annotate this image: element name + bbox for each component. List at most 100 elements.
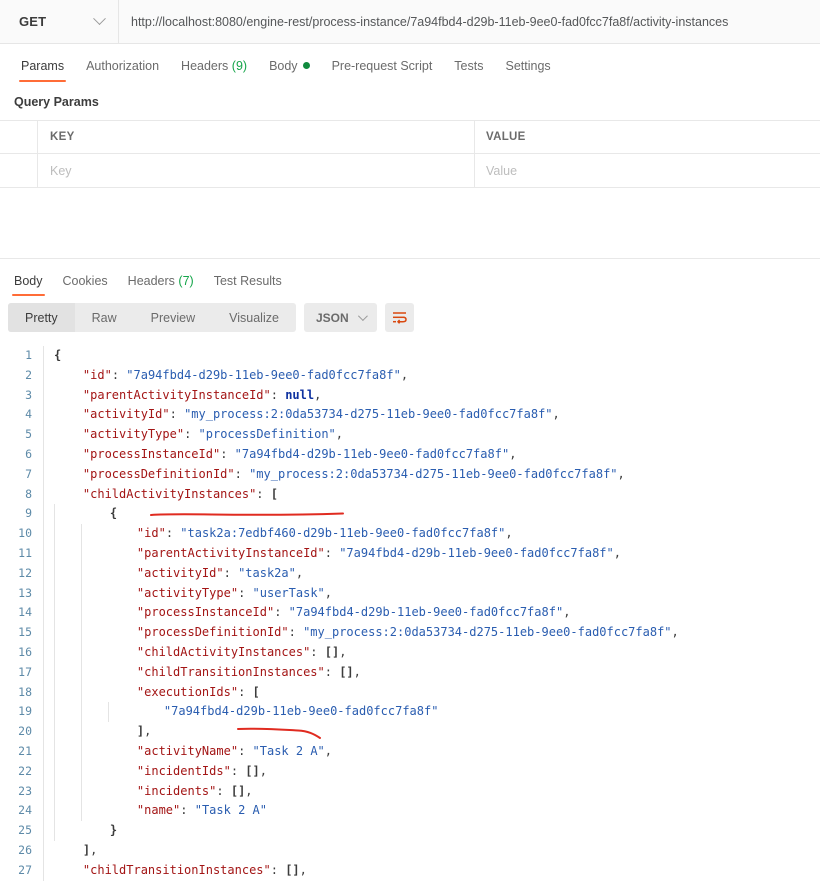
view-mode-pretty[interactable]: Pretty bbox=[8, 303, 75, 332]
token-br: [] bbox=[230, 783, 246, 798]
code-line: 22 "incidentIds": [], bbox=[0, 761, 820, 782]
code-line-content: "parentActivityInstanceId": "7a94fbd4-d2… bbox=[43, 543, 820, 564]
indent-pad bbox=[54, 487, 83, 501]
tab-badge-count: (7) bbox=[178, 274, 194, 288]
request-tab-params[interactable]: Params bbox=[10, 59, 75, 82]
token-s: "7a94fbd4-d29b-11eb-9ee0-fad0fcc7fa8f" bbox=[339, 545, 614, 560]
request-tab-body[interactable]: Body bbox=[258, 59, 321, 82]
token-s: "my_process:2:0da53734-d275-11eb-9ee0-fa… bbox=[303, 625, 672, 640]
response-tab-body[interactable]: Body bbox=[4, 274, 53, 296]
code-line-content: "id": "task2a:7edbf460-d29b-11eb-9ee0-fa… bbox=[43, 524, 820, 544]
token-k: "activityId" bbox=[136, 565, 224, 580]
response-tab-cookies[interactable]: Cookies bbox=[53, 274, 118, 296]
token-k: "incidents" bbox=[136, 783, 217, 798]
code-line: 19 "7a94fbd4-d29b-11eb-9ee0-fad0fcc7fa8f… bbox=[0, 702, 820, 723]
tab-label: Headers bbox=[127, 274, 175, 288]
token-p: : bbox=[324, 545, 340, 560]
line-number: 24 bbox=[18, 803, 32, 818]
token-k: "id" bbox=[136, 526, 166, 541]
request-tab-settings[interactable]: Settings bbox=[494, 59, 561, 82]
wrap-lines-button[interactable] bbox=[384, 303, 414, 332]
indent-pad bbox=[54, 407, 83, 421]
code-line-content: "processDefinitionId": "my_process:2:0da… bbox=[43, 464, 820, 485]
request-tab-tests[interactable]: Tests bbox=[443, 59, 494, 82]
http-method-selector[interactable]: GET bbox=[0, 0, 119, 43]
token-p: , bbox=[335, 427, 344, 442]
request-tab-pre-request-script[interactable]: Pre-request Script bbox=[321, 59, 444, 82]
token-k: "processDefinitionId" bbox=[82, 466, 235, 481]
request-url-input[interactable]: http://localhost:8080/engine-rest/proces… bbox=[119, 0, 820, 43]
indent-guide bbox=[81, 741, 108, 762]
code-line: 15 "processDefinitionId": "my_process:2:… bbox=[0, 623, 820, 643]
token-br: [] bbox=[245, 763, 260, 778]
token-s: "7a94fbd4-d29b-11eb-9ee0-fad0fcc7fa8f" bbox=[126, 367, 401, 382]
column-header-key: KEY bbox=[38, 121, 475, 153]
token-p: , bbox=[314, 387, 322, 402]
line-number: 26 bbox=[18, 842, 32, 857]
indent-pad bbox=[54, 368, 83, 382]
token-p: , bbox=[613, 545, 621, 560]
indent-pad bbox=[108, 625, 137, 639]
tab-label: Params bbox=[21, 59, 65, 73]
response-tab-headers[interactable]: Headers (7) bbox=[118, 274, 204, 296]
response-toolbar: Pretty Raw Preview Visualize JSON bbox=[0, 296, 820, 340]
code-line-content: "id": "7a94fbd4-d29b-11eb-9ee0-fad0fcc7f… bbox=[43, 365, 820, 386]
code-line-content: "name": "Task 2 A" bbox=[43, 801, 820, 822]
tab-label: Test Results bbox=[213, 274, 282, 288]
response-divider bbox=[0, 258, 820, 259]
token-k: "processDefinitionId" bbox=[136, 625, 289, 640]
code-line-content: "childActivityInstances": [ bbox=[43, 484, 820, 505]
line-number: 19 bbox=[18, 704, 32, 719]
param-key-input[interactable]: Key bbox=[38, 154, 475, 187]
token-k: "activityType" bbox=[82, 427, 185, 442]
view-mode-raw[interactable]: Raw bbox=[75, 303, 134, 332]
view-mode-visualize[interactable]: Visualize bbox=[212, 303, 296, 332]
indent-guide bbox=[54, 801, 81, 822]
code-line-content: ], bbox=[43, 840, 820, 861]
param-value-input[interactable]: Value bbox=[475, 154, 820, 187]
response-tab-test-results[interactable]: Test Results bbox=[204, 274, 292, 296]
token-p: : bbox=[234, 466, 250, 481]
token-s: "task2a" bbox=[238, 565, 296, 580]
line-number: 11 bbox=[18, 545, 32, 560]
code-line-content: "activityType": "userTask", bbox=[43, 583, 820, 604]
indent-guide bbox=[81, 623, 108, 643]
line-number: 10 bbox=[18, 526, 32, 541]
indent-pad bbox=[108, 566, 137, 580]
view-mode-preview[interactable]: Preview bbox=[134, 303, 212, 332]
line-number: 15 bbox=[18, 625, 32, 640]
indent-pad bbox=[54, 388, 83, 402]
token-k: "parentActivityInstanceId" bbox=[82, 387, 271, 402]
response-body-json-viewer[interactable]: 1{2 "id": "7a94fbd4-d29b-11eb-9ee0-fad0f… bbox=[0, 340, 820, 881]
code-line-content: "childActivityInstances": [], bbox=[43, 642, 820, 663]
query-params-table: KEY VALUE Key Value bbox=[0, 120, 820, 188]
code-line: 8 "childActivityInstances": [ bbox=[0, 484, 820, 505]
request-tab-headers[interactable]: Headers (9) bbox=[170, 59, 258, 82]
indent-guide bbox=[54, 722, 81, 742]
token-br: ] bbox=[82, 842, 91, 857]
indent-guide bbox=[54, 761, 81, 782]
token-p: , bbox=[90, 842, 98, 857]
row-checkbox-cell[interactable] bbox=[0, 154, 38, 187]
response-format-selector[interactable]: JSON bbox=[303, 303, 377, 332]
token-p: : bbox=[238, 684, 253, 699]
code-line: 11 "parentActivityInstanceId": "7a94fbd4… bbox=[0, 543, 820, 564]
request-tab-authorization[interactable]: Authorization bbox=[75, 59, 170, 82]
token-p: , bbox=[563, 605, 571, 620]
line-number: 23 bbox=[18, 783, 32, 798]
code-line-content: { bbox=[43, 504, 820, 525]
code-line-content: "activityId": "my_process:2:0da53734-d27… bbox=[43, 405, 820, 426]
line-number: 7 bbox=[25, 466, 32, 481]
params-empty-space bbox=[0, 188, 820, 258]
token-s: "userTask" bbox=[252, 585, 325, 600]
indent-guide bbox=[81, 682, 108, 703]
indent-pad bbox=[108, 685, 137, 699]
http-method-label: GET bbox=[19, 14, 47, 29]
code-line-content: "activityName": "Task 2 A", bbox=[43, 741, 820, 762]
line-number: 16 bbox=[18, 644, 32, 659]
token-k: "childActivityInstances" bbox=[82, 486, 257, 501]
indent-pad bbox=[108, 645, 137, 659]
token-p: : bbox=[223, 565, 239, 580]
token-br: { bbox=[109, 506, 118, 521]
select-all-checkbox-cell[interactable] bbox=[0, 121, 38, 153]
